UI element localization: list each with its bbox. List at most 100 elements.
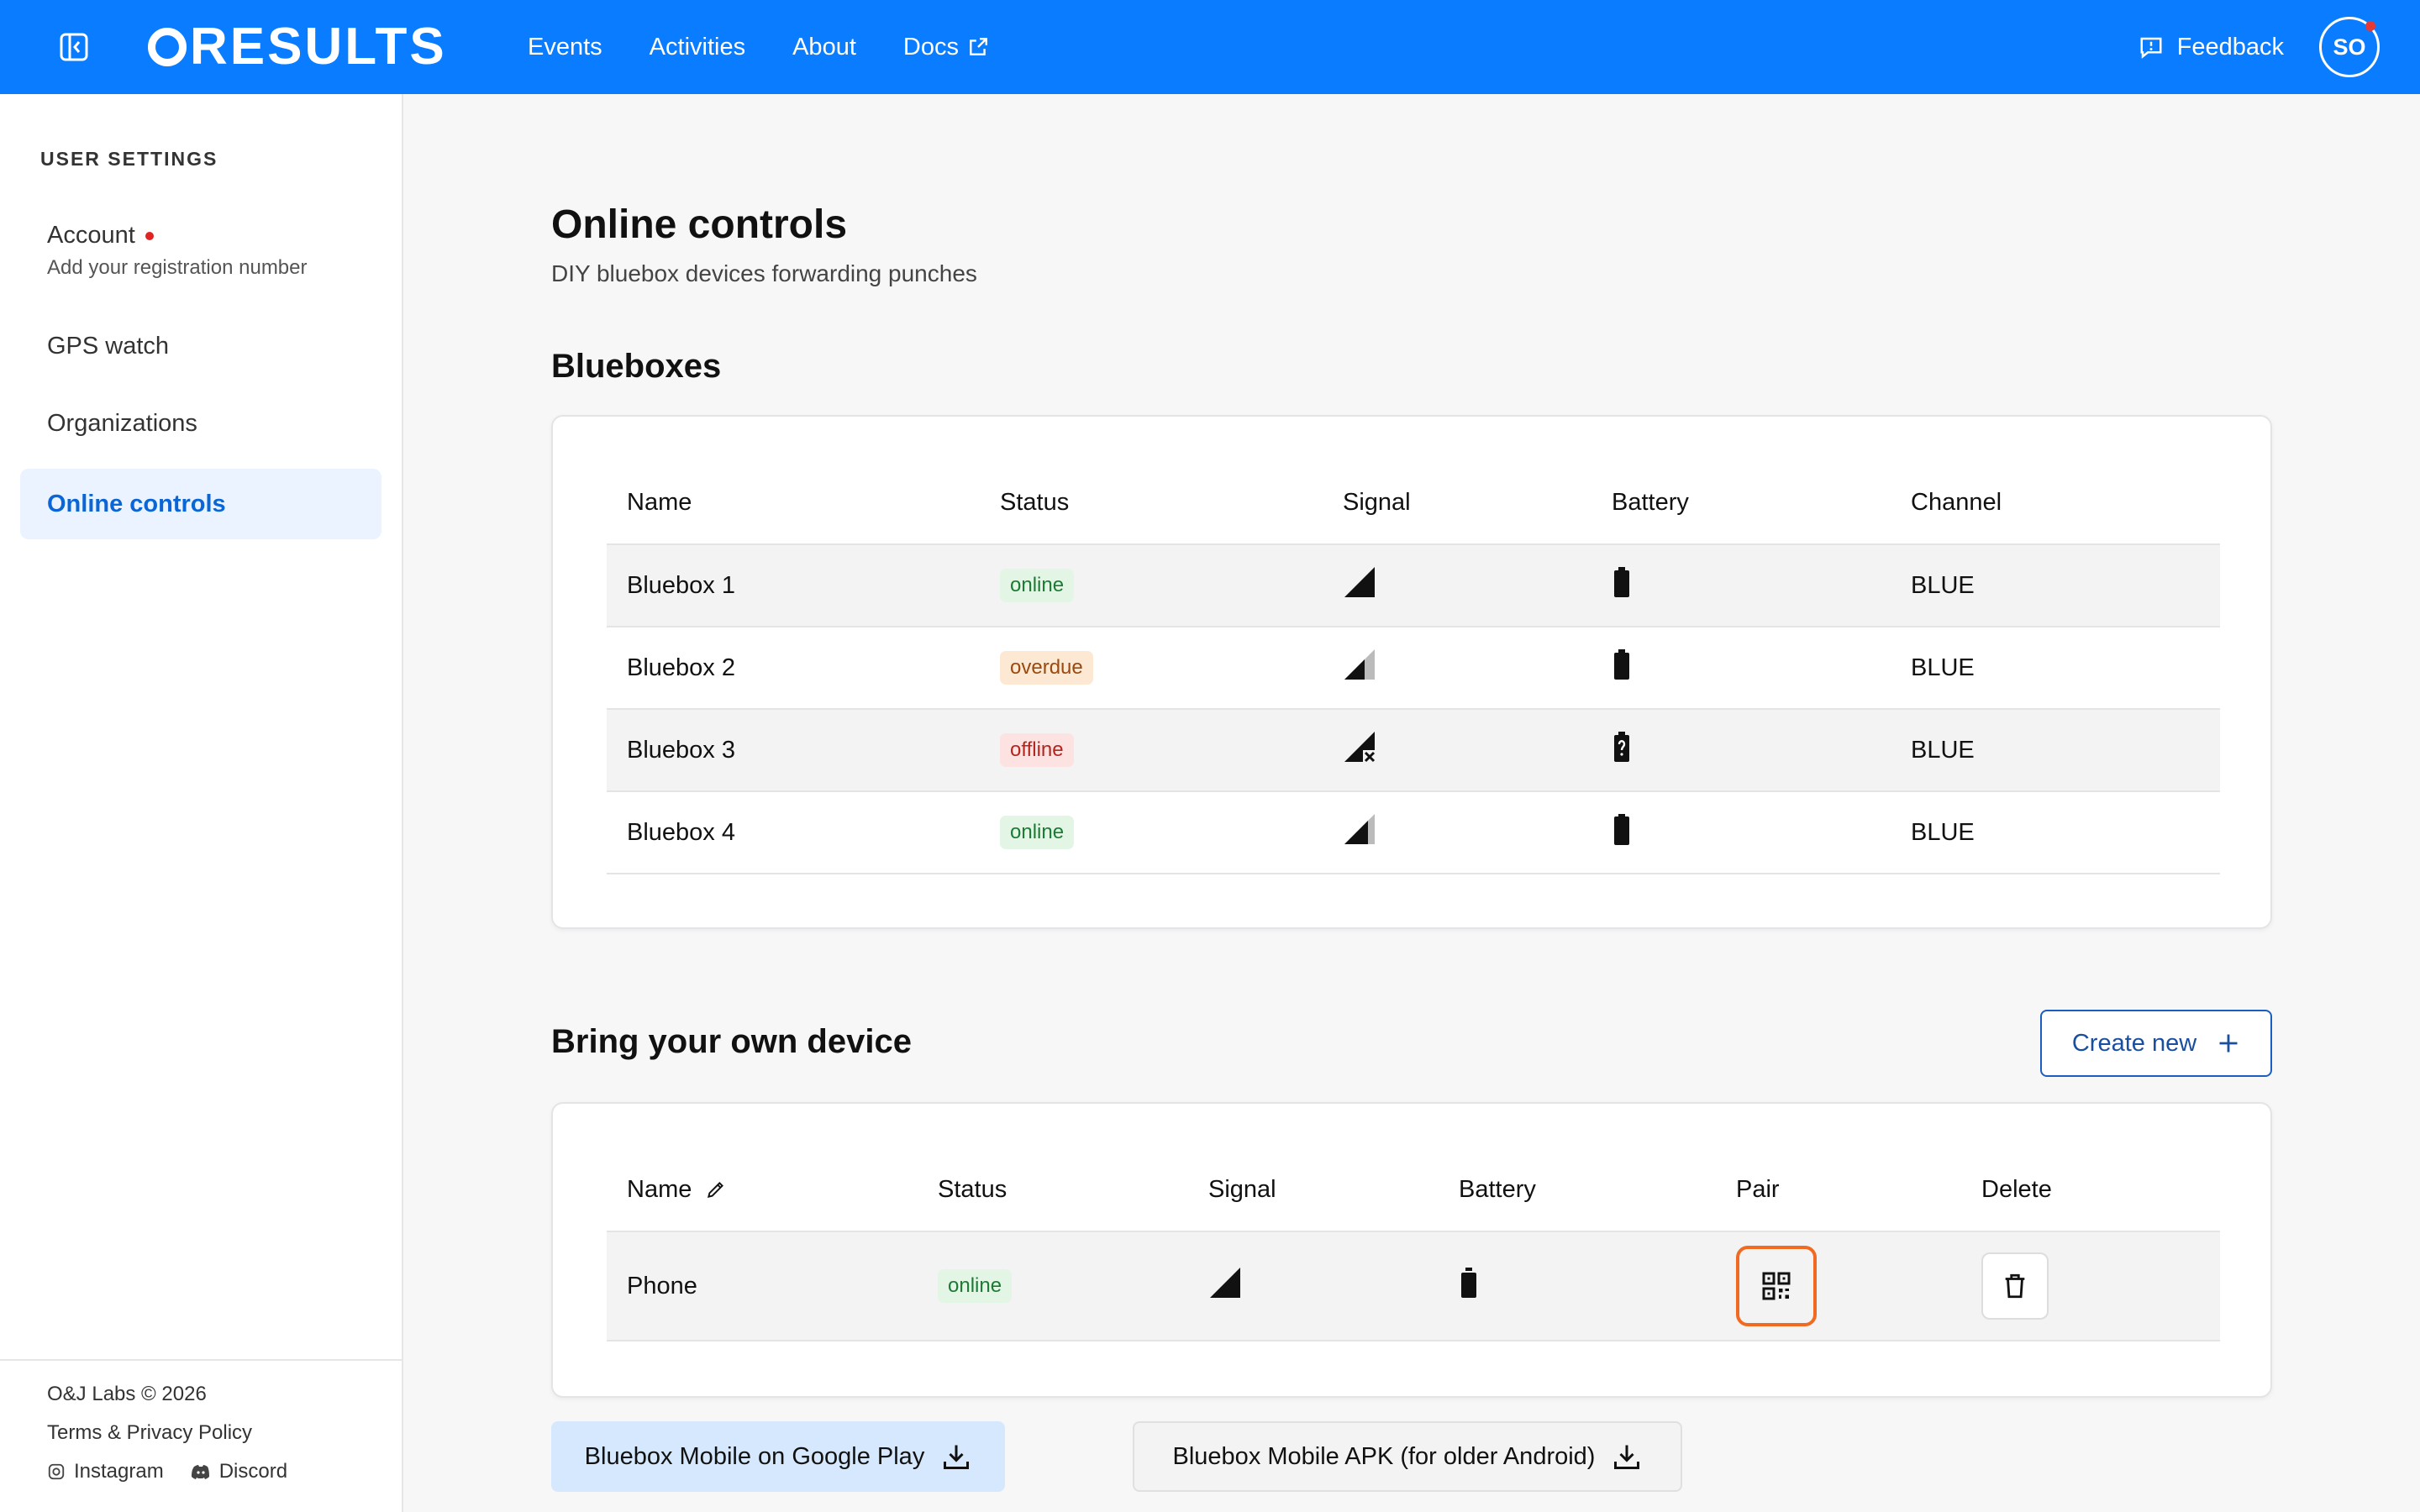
brand-logo[interactable]: RESULTS	[148, 20, 447, 74]
status-badge: online	[938, 1269, 1013, 1303]
copyright-text: O&J Labs © 2026	[47, 1383, 207, 1405]
byod-card: Name Status Signal Battery Pair Delete P…	[551, 1102, 2272, 1398]
logo-ring-icon	[148, 28, 187, 66]
name-column-label: Name	[627, 1176, 692, 1203]
signal-off-icon	[1344, 732, 1376, 764]
discord-icon	[191, 1465, 209, 1479]
external-link-icon	[970, 38, 987, 55]
sidebar-footer: O&J Labs © 2026 Terms & Privacy Policy I…	[0, 1359, 402, 1499]
byod-table: Name Status Signal Battery Pair Delete P…	[607, 1149, 2220, 1341]
delete-button[interactable]	[1981, 1252, 2049, 1320]
nav-events[interactable]: Events	[528, 34, 602, 61]
avatar-initials: SO	[2333, 34, 2366, 60]
column-header: Name	[607, 462, 980, 545]
apk-download-button[interactable]: Bluebox Mobile APK (for older Android)	[1133, 1421, 1682, 1492]
column-header: Signal	[1188, 1149, 1439, 1232]
alert-dot	[145, 231, 154, 240]
qr-code-icon	[1762, 1272, 1791, 1300]
sidebar-item-label: Online controls	[47, 490, 226, 517]
google-play-download-button[interactable]: Bluebox Mobile on Google Play	[551, 1421, 1005, 1492]
column-header: Name	[607, 1149, 918, 1232]
sidebar-item-gps-watch[interactable]: GPS watch	[20, 333, 381, 360]
create-new-button[interactable]: Create new	[2040, 1010, 2272, 1077]
table-row: Bluebox 4 online BLUE	[607, 791, 2220, 874]
blueboxes-card: Name Status Signal Battery Channel Blueb…	[551, 415, 2272, 929]
sidebar-item-sub: Add your registration number	[47, 256, 308, 279]
device-name: Bluebox 3	[607, 709, 980, 792]
device-name: Bluebox 4	[607, 791, 980, 874]
sidebar-item-online-controls[interactable]: Online controls	[20, 469, 381, 539]
terms-link[interactable]: Terms & Privacy Policy	[47, 1421, 402, 1445]
status-badge: overdue	[1000, 651, 1093, 685]
sidebar-item-label: GPS watch	[47, 333, 170, 360]
settings-sidebar: USER SETTINGS Account Add your registrat…	[0, 94, 403, 1512]
table-row: Bluebox 2 overdue BLUE	[607, 627, 2220, 710]
table-row: Bluebox 3 offline BLUE	[607, 709, 2220, 792]
nav-docs[interactable]: Docs	[903, 34, 989, 61]
instagram-icon	[48, 1463, 65, 1480]
plus-icon	[2219, 1034, 2238, 1053]
feedback-icon	[2140, 37, 2162, 59]
column-header: Pair	[1716, 1149, 1961, 1232]
signal-partial-icon	[1344, 649, 1375, 680]
avatar[interactable]: SO	[2319, 17, 2380, 77]
column-header: Status	[918, 1149, 1188, 1232]
device-name: Bluebox 2	[607, 627, 980, 710]
byod-title: Bring your own device	[551, 1023, 912, 1060]
instagram-label: Instagram	[74, 1460, 164, 1483]
sidebar-item-label: Account	[47, 222, 135, 249]
pair-qr-button[interactable]	[1736, 1246, 1817, 1326]
column-header: Battery	[1439, 1149, 1716, 1232]
table-row: Phone online	[607, 1231, 2220, 1341]
sidebar-item-label: Organizations	[47, 410, 197, 437]
battery-high-icon	[1614, 649, 1629, 680]
signal-full-icon	[1210, 1268, 1240, 1298]
edit-pencil-icon[interactable]	[705, 1179, 727, 1200]
blueboxes-title: Blueboxes	[551, 348, 722, 385]
top-navigation-bar: RESULTS Events Activities About Docs Fee…	[0, 0, 2420, 94]
notification-dot	[2365, 21, 2375, 31]
battery-high-icon	[1614, 567, 1629, 597]
page-title: Online controls	[551, 202, 848, 247]
brand-name: RESULTS	[190, 18, 447, 76]
nav-activities[interactable]: Activities	[650, 34, 745, 61]
page-subtitle: DIY bluebox devices forwarding punches	[551, 260, 977, 286]
sidebar-heading: USER SETTINGS	[40, 148, 218, 170]
sidebar-item-account[interactable]: Account Add your registration number	[20, 222, 381, 280]
discord-link[interactable]: Discord	[191, 1460, 287, 1483]
nav-docs-label: Docs	[902, 33, 959, 60]
table-row: Bluebox 1 online BLUE	[607, 544, 2220, 627]
sidebar-toggle-icon[interactable]	[59, 32, 89, 62]
signal-partial-icon	[1344, 814, 1375, 844]
download-icon	[944, 1445, 970, 1469]
google-play-label: Bluebox Mobile on Google Play	[584, 1442, 925, 1470]
feedback-label: Feedback	[2176, 33, 2284, 60]
device-name: Bluebox 1	[607, 544, 980, 627]
sidebar-item-organizations[interactable]: Organizations	[20, 410, 381, 438]
blueboxes-table: Name Status Signal Battery Channel Blueb…	[607, 462, 2220, 874]
instagram-link[interactable]: Instagram	[47, 1460, 164, 1483]
channel-value: BLUE	[1891, 544, 2220, 627]
column-header: Signal	[1323, 462, 1591, 545]
column-header: Delete	[1961, 1149, 2220, 1232]
apk-label: Bluebox Mobile APK (for older Android)	[1172, 1442, 1596, 1470]
channel-value: BLUE	[1891, 709, 2220, 792]
create-new-label: Create new	[2071, 1029, 2197, 1057]
nav-about[interactable]: About	[792, 34, 856, 61]
trash-icon	[2005, 1273, 2025, 1299]
feedback-button[interactable]: Feedback	[2139, 0, 2284, 94]
status-badge: online	[1000, 569, 1075, 602]
battery-high-icon	[1461, 1268, 1476, 1298]
status-badge: online	[1000, 816, 1075, 849]
discord-label: Discord	[218, 1460, 288, 1483]
main-nav: Events Activities About Docs	[528, 0, 989, 94]
column-header: Channel	[1891, 462, 2220, 545]
channel-value: BLUE	[1891, 791, 2220, 874]
signal-full-icon	[1344, 567, 1375, 597]
channel-value: BLUE	[1891, 627, 2220, 710]
device-name: Phone	[607, 1231, 918, 1341]
download-icon	[1614, 1445, 1640, 1469]
battery-unknown-icon	[1614, 732, 1629, 762]
status-badge: offline	[1000, 733, 1074, 767]
battery-full-icon	[1614, 814, 1629, 845]
